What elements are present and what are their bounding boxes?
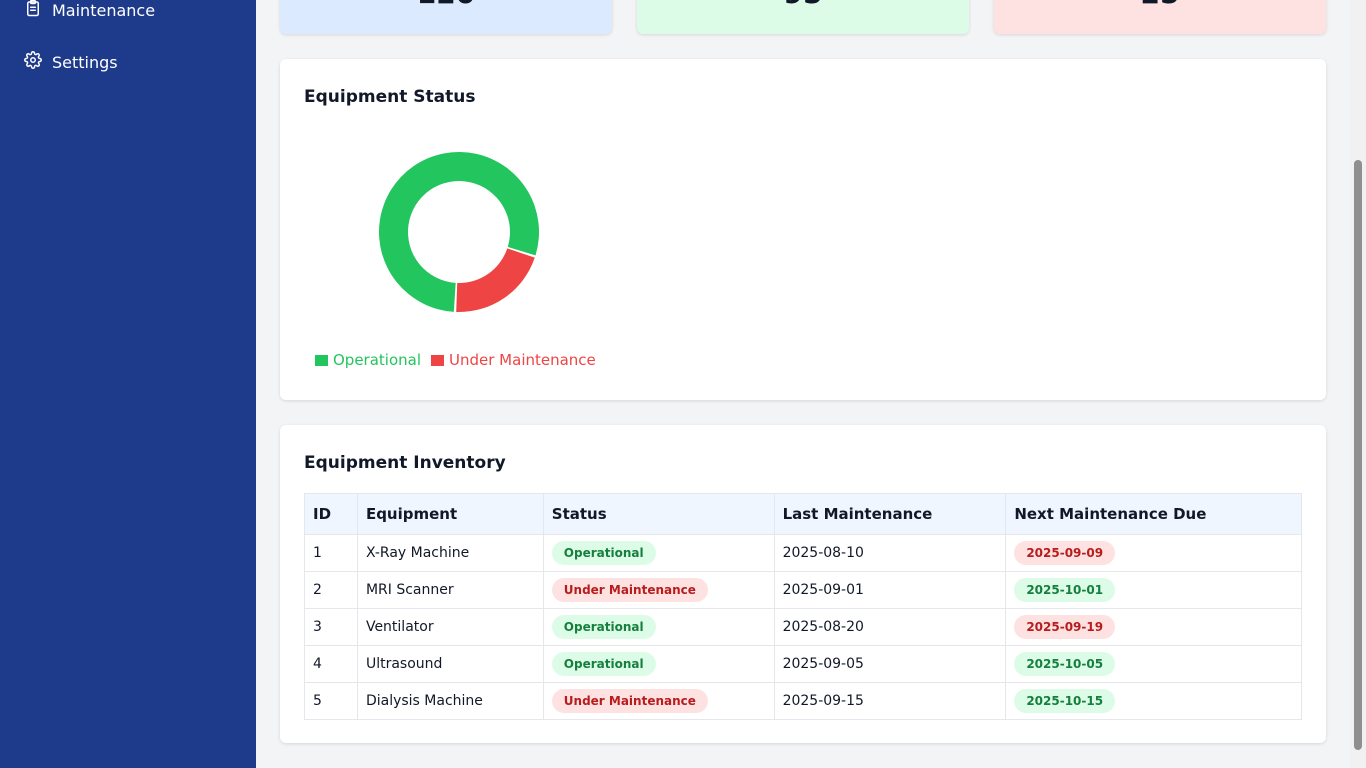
column-header-status: Status: [542, 493, 775, 535]
due-date-badge: 2025-10-01: [1014, 578, 1116, 602]
table-row: 2 MRI Scanner Under Maintenance 2025-09-…: [304, 571, 1302, 609]
cell-next-maintenance: 2025-10-05: [1005, 645, 1302, 683]
equipment-status-panel: Equipment Status Operational Under Maint…: [280, 59, 1326, 400]
cell-equipment: Ventilator: [356, 608, 544, 646]
cell-next-maintenance: 2025-09-19: [1005, 608, 1302, 646]
equipment-status-donut-chart: [379, 151, 539, 312]
clipboard-icon: [24, 0, 42, 21]
cell-status: Under Maintenance: [542, 571, 775, 609]
due-date-badge: 2025-10-15: [1014, 689, 1116, 713]
column-header-last-maintenance: Last Maintenance: [773, 493, 1007, 535]
legend-swatch-under-maintenance: [431, 354, 445, 366]
due-date-badge: 2025-09-09: [1014, 541, 1116, 565]
cell-status: Operational: [542, 645, 775, 683]
cell-status: Under Maintenance: [542, 682, 775, 720]
cell-equipment: Ultrasound: [356, 645, 544, 683]
cell-next-maintenance: 2025-10-15: [1005, 682, 1302, 720]
cell-last-maintenance: 2025-09-01: [773, 571, 1007, 609]
cell-status: Operational: [542, 534, 775, 572]
stat-value-total: 120: [417, 0, 475, 8]
equipment-inventory-title: Equipment Inventory: [304, 453, 506, 473]
cell-last-maintenance: 2025-08-20: [773, 608, 1007, 646]
main-content: 120 95 25 Equipment Status Operational U…: [256, 0, 1350, 768]
status-badge: Operational: [551, 652, 656, 676]
stat-value-operational: 95: [784, 0, 823, 8]
scrollbar-thumb[interactable]: [1354, 160, 1362, 750]
legend-label-operational: Operational: [333, 351, 422, 369]
legend-item-operational[interactable]: Operational: [315, 351, 421, 369]
cell-id: 1: [304, 534, 358, 572]
cell-id: 3: [304, 608, 358, 646]
gear-icon: [24, 51, 42, 73]
table-row: 1 X-Ray Machine Operational 2025-08-10 2…: [304, 534, 1302, 572]
cell-id: 2: [304, 571, 358, 609]
equipment-status-title: Equipment Status: [304, 87, 476, 107]
due-date-badge: 2025-09-19: [1014, 615, 1116, 639]
legend-swatch-operational: [315, 354, 328, 366]
column-header-equipment: Equipment: [356, 493, 544, 535]
app-root: Maintenance Settings 120 95 25 Equipment…: [0, 0, 1366, 768]
equipment-inventory-panel: Equipment Inventory ID Equipment Status …: [280, 425, 1326, 743]
cell-id: 4: [304, 645, 358, 683]
sidebar-item-label: Settings: [52, 52, 118, 72]
column-header-id: ID: [304, 493, 358, 535]
page-scrollbar[interactable]: [1350, 0, 1366, 768]
cell-last-maintenance: 2025-08-10: [773, 534, 1007, 572]
sidebar-item-label: Maintenance: [52, 0, 156, 20]
stat-card-total: 120: [280, 0, 612, 34]
cell-equipment: MRI Scanner: [356, 571, 544, 609]
cell-next-maintenance: 2025-10-01: [1005, 571, 1302, 609]
stat-card-maintenance: 25: [994, 0, 1326, 34]
due-date-badge: 2025-10-05: [1014, 652, 1116, 676]
table-row: 3 Ventilator Operational 2025-08-20 2025…: [304, 608, 1302, 646]
sidebar-item-maintenance[interactable]: Maintenance: [24, 0, 155, 22]
cell-status: Operational: [542, 608, 775, 646]
cell-equipment: Dialysis Machine: [356, 682, 544, 720]
status-badge: Under Maintenance: [551, 578, 708, 602]
sidebar: Maintenance Settings: [0, 0, 256, 768]
table-header-row: ID Equipment Status Last Maintenance Nex…: [304, 493, 1302, 535]
sidebar-item-settings[interactable]: Settings: [24, 50, 118, 74]
cell-id: 5: [304, 682, 358, 720]
donut-slice-under-maintenance[interactable]: [456, 248, 535, 312]
cell-next-maintenance: 2025-09-09: [1005, 534, 1302, 572]
cell-last-maintenance: 2025-09-05: [773, 645, 1007, 683]
legend-item-under-maintenance[interactable]: Under Maintenance: [431, 351, 596, 369]
status-badge: Operational: [551, 541, 656, 565]
column-header-next-maintenance: Next Maintenance Due: [1005, 493, 1302, 535]
cell-last-maintenance: 2025-09-15: [773, 682, 1007, 720]
status-badge: Under Maintenance: [551, 689, 708, 713]
legend-label-under-maintenance: Under Maintenance: [449, 351, 596, 369]
stat-card-operational: 95: [637, 0, 969, 34]
chart-legend: Operational Under Maintenance: [315, 351, 596, 369]
equipment-inventory-table: ID Equipment Status Last Maintenance Nex…: [304, 493, 1302, 720]
table-row: 5 Dialysis Machine Under Maintenance 202…: [304, 682, 1302, 720]
status-badge: Operational: [551, 615, 656, 639]
stat-value-maintenance: 25: [1141, 0, 1180, 8]
cell-equipment: X-Ray Machine: [356, 534, 544, 572]
table-row: 4 Ultrasound Operational 2025-09-05 2025…: [304, 645, 1302, 683]
